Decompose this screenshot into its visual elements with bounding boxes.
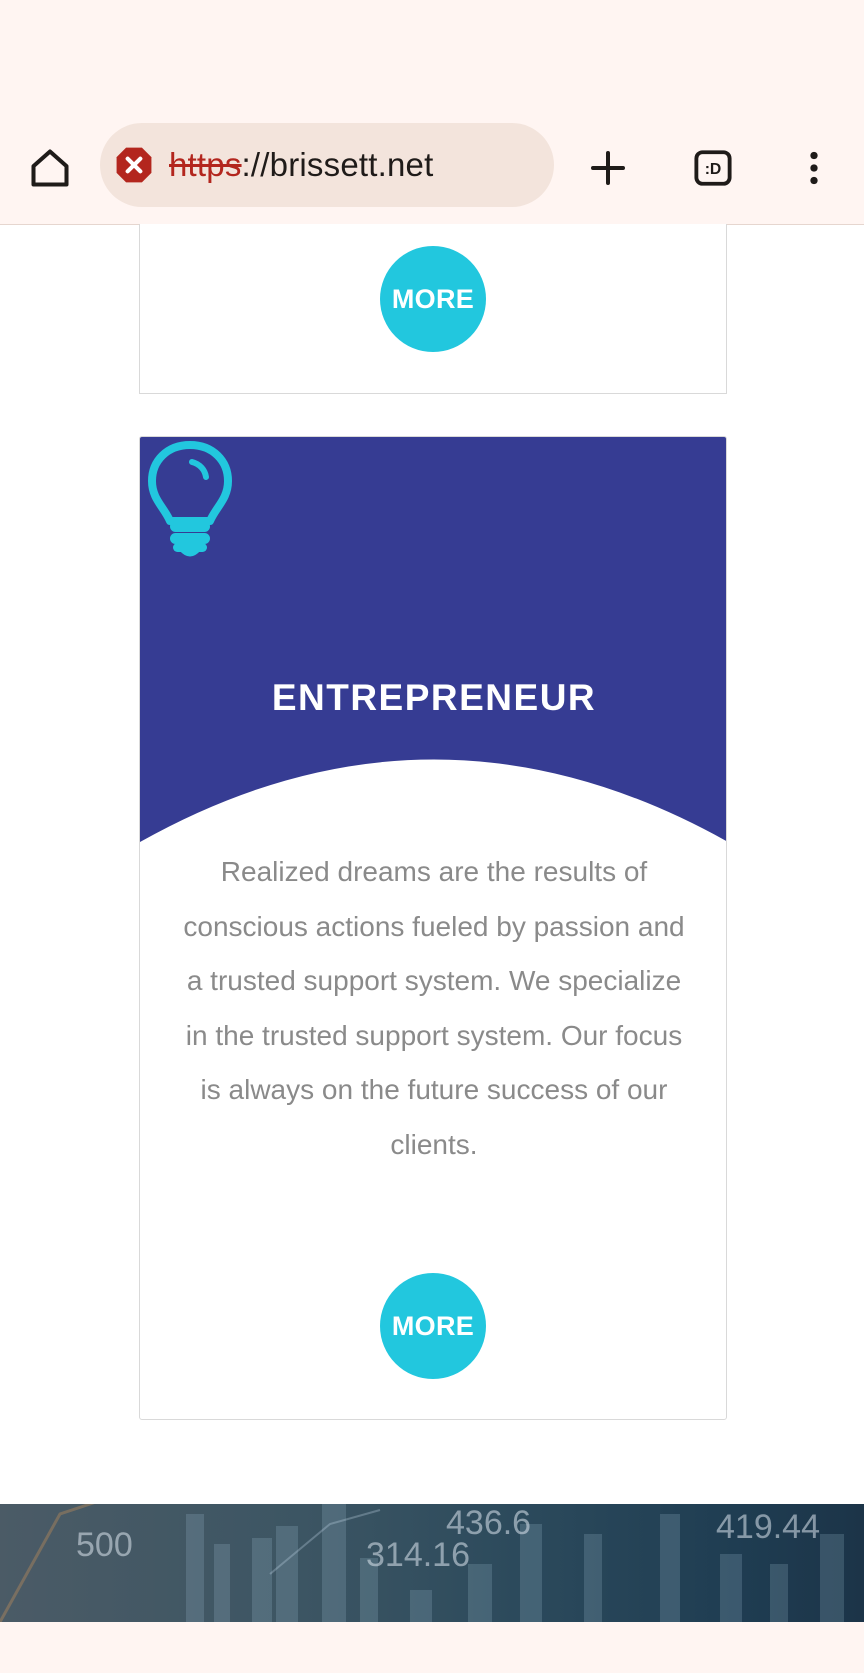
entrepreneur-card: ENTREPRENEUR Realized dreams are the res… <box>139 436 727 1420</box>
previous-more-button[interactable]: MORE <box>380 246 486 352</box>
menu-button[interactable] <box>784 138 844 198</box>
tab-switcher-button[interactable]: :D <box>683 138 743 198</box>
url-text[interactable]: https://brissett.net <box>169 146 433 184</box>
previous-card: MORE <box>139 224 727 394</box>
banner-figure: 314.16 <box>366 1536 470 1574</box>
address-bar[interactable]: https://brissett.net <box>100 123 554 207</box>
banner-figure: 500 <box>76 1526 133 1564</box>
tab-switcher-label: :D <box>705 161 722 178</box>
url-scheme: https <box>169 146 242 183</box>
not-secure-icon[interactable] <box>115 146 153 184</box>
plus-icon <box>591 151 625 185</box>
card-title: ENTREPRENEUR <box>271 677 597 718</box>
home-button[interactable] <box>20 138 80 198</box>
url-host: ://brissett.net <box>241 146 434 183</box>
banner-figure: 419.44 <box>716 1508 820 1546</box>
tab-switcher-icon: :D <box>694 150 732 186</box>
more-vert-icon <box>810 151 818 185</box>
new-tab-button[interactable] <box>578 138 638 198</box>
lightbulb-icon <box>148 441 232 557</box>
navigation-bar <box>0 1622 864 1673</box>
footer-banner-image: 500 436.6 314.16 419.44 <box>0 1504 864 1622</box>
home-icon <box>31 149 69 187</box>
browser-toolbar: https://brissett.net :D <box>0 110 864 225</box>
more-button[interactable]: MORE <box>380 1273 486 1379</box>
status-bar <box>0 0 864 110</box>
card-description: Realized dreams are the results of consc… <box>183 856 685 1160</box>
card-header: ENTREPRENEUR <box>140 437 726 843</box>
